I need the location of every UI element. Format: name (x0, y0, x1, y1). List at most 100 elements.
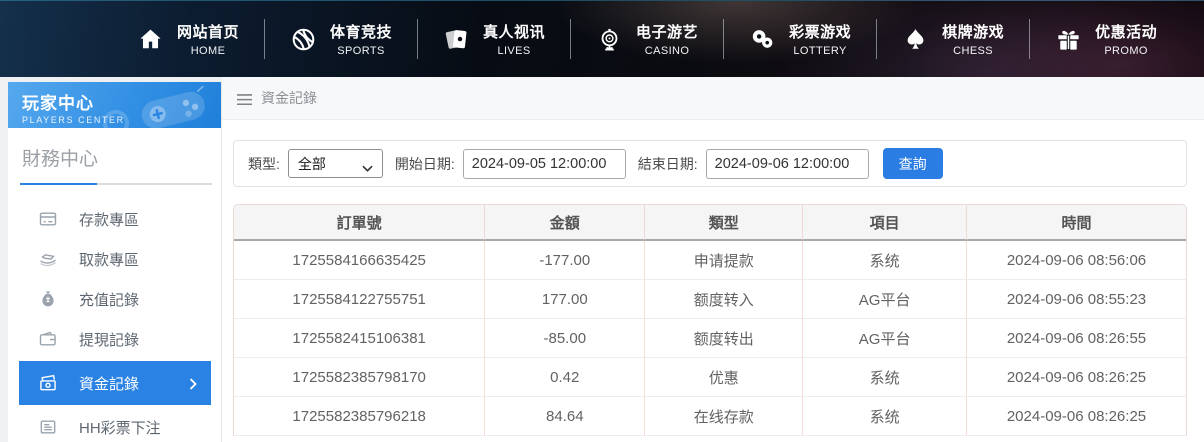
col-header-order-no: 訂單號 (234, 205, 486, 241)
nav-item-sports[interactable]: 体育竞技 SPORTS (265, 21, 417, 57)
cell-time: 2024-09-06 08:56:06 (967, 241, 1186, 280)
menu-toggle-icon[interactable] (237, 92, 252, 105)
funds-table: 訂單號 金額 類型 項目 時間 1725584166635425 -177.00… (233, 204, 1187, 436)
nav-subtitle: HOME (190, 45, 226, 57)
sidebar-item-label: 資金記錄 (79, 375, 140, 393)
sports-ball-icon (290, 26, 317, 53)
withdraw-hand-icon (38, 249, 58, 269)
col-header-time: 時間 (967, 205, 1186, 241)
sidebar-item-label: 取款專區 (79, 251, 140, 269)
cell-type: 额度转入 (645, 280, 804, 319)
type-select[interactable]: 全部 (287, 149, 383, 178)
cell-type: 优惠 (645, 358, 804, 397)
lottery-balls-icon (749, 26, 776, 53)
sidebar-item-withdraw-zone[interactable]: 取款專區 (8, 239, 221, 279)
breadcrumb: 資金記錄 (222, 77, 1204, 120)
nav-item-lives[interactable]: 真人视讯 LIVES (418, 21, 570, 57)
nav-subtitle: SPORTS (337, 45, 385, 57)
nav-subtitle: PROMO (1104, 45, 1148, 57)
cell-time: 2024-09-06 08:55:23 (967, 280, 1186, 319)
nav-subtitle: CASINO (644, 45, 690, 57)
cell-time: 2024-09-06 08:26:25 (967, 397, 1186, 436)
gamepad-icon (135, 82, 213, 128)
sidebar-item-label: 充值記錄 (79, 291, 140, 309)
roulette-icon (596, 26, 623, 53)
end-date-label: 結束日期: (637, 155, 698, 172)
cell-order-no: 1725582415106381 (234, 319, 486, 358)
cell-item: 系统 (803, 241, 967, 280)
table-header-row: 訂單號 金額 類型 項目 時間 (234, 205, 1186, 241)
nav-item-lottery[interactable]: 彩票游戏 LOTTERY (724, 21, 876, 57)
section-underline (20, 183, 212, 185)
ticket-list-icon (38, 417, 58, 437)
cell-amount: 0.42 (485, 358, 646, 397)
filter-panel: 類型: 全部 開始日期: 結束日期: 查詢 (233, 140, 1187, 187)
cell-amount: 84.64 (485, 397, 646, 436)
type-select-value: 全部 (297, 155, 326, 172)
funds-table-body: 1725584166635425 -177.00 申请提款 系统 2024-09… (234, 241, 1186, 436)
chevron-down-icon (362, 160, 373, 173)
cell-time: 2024-09-06 08:26:55 (967, 319, 1186, 358)
sidebar-item-withdrawal-record[interactable]: 提現記錄 (8, 319, 221, 359)
cell-type: 额度转出 (645, 319, 804, 358)
sidebar-item-funds-record[interactable]: 資金記錄 (19, 361, 211, 405)
nav-item-chess[interactable]: 棋牌游戏 CHESS (877, 21, 1029, 57)
cell-order-no: 1725582385796218 (234, 397, 486, 436)
nav-subtitle: LIVES (497, 45, 531, 57)
sidebar-item-hh-lottery-bets[interactable]: HH彩票下注 (8, 407, 221, 442)
sidebar-item-label: HH彩票下注 (79, 419, 161, 437)
cell-item: 系统 (803, 358, 967, 397)
col-header-amount: 金額 (485, 205, 646, 241)
cell-amount: 177.00 (485, 280, 646, 319)
start-date-label: 開始日期: (394, 155, 455, 172)
cell-type: 申请提款 (645, 241, 804, 280)
col-header-type: 類型 (645, 205, 804, 241)
nav-title: 真人视讯 (483, 24, 546, 41)
nav-item-home[interactable]: 网站首页 HOME (112, 21, 264, 57)
nav-subtitle: CHESS (953, 45, 994, 57)
table-row: 1725584122755751 177.00 额度转入 AG平台 2024-0… (234, 280, 1186, 319)
nav-title: 体育竞技 (330, 24, 393, 41)
sidebar-item-label: 提現記錄 (79, 331, 140, 349)
gift-icon (1055, 26, 1082, 53)
players-center-header: 玩家中心 PLAYERS CENTER (8, 82, 221, 128)
sidebar: 玩家中心 PLAYERS CENTER 財務中心 存款專區 取款專區 充值記錄 … (0, 77, 222, 442)
table-row: 1725582385798170 0.42 优惠 系统 2024-09-06 0… (234, 358, 1186, 397)
cell-amount: -177.00 (485, 241, 646, 280)
cell-item: 系统 (803, 397, 967, 436)
finance-center-title: 財務中心 (22, 149, 99, 170)
sidebar-item-recharge-record[interactable]: 充值記錄 (8, 279, 221, 319)
nav-title: 棋牌游戏 (942, 24, 1005, 41)
search-button[interactable]: 查詢 (882, 148, 943, 179)
start-date-input[interactable] (462, 148, 626, 179)
sidebar-menu: 存款專區 取款專區 充值記錄 提現記錄 資金記錄 HH彩票下注 (8, 199, 221, 442)
sidebar-item-deposit-zone[interactable]: 存款專區 (8, 199, 221, 239)
page-title: 資金記錄 (261, 90, 317, 106)
nav-title: 电子游艺 (636, 24, 699, 41)
banknotes-icon (38, 373, 58, 393)
cell-amount: -85.00 (485, 319, 646, 358)
nav-title: 优惠活动 (1095, 24, 1158, 41)
deposit-icon (38, 209, 58, 229)
playing-cards-icon (443, 26, 470, 53)
top-navigation: 网站首页 HOME 体育竞技 SPORTS 真人视讯 LIVES 电子游艺 CA… (0, 0, 1204, 77)
spade-icon (902, 26, 929, 53)
nav-item-casino[interactable]: 电子游艺 CASINO (571, 21, 723, 57)
cell-order-no: 1725584122755751 (234, 280, 486, 319)
table-row: 1725584166635425 -177.00 申请提款 系统 2024-09… (234, 241, 1186, 280)
col-header-item: 項目 (803, 205, 967, 241)
type-label: 類型: (248, 155, 280, 172)
table-row: 1725582415106381 -85.00 额度转出 AG平台 2024-0… (234, 319, 1186, 358)
nav-title: 网站首页 (177, 24, 240, 41)
table-row: 1725582385796218 84.64 在线存款 系统 2024-09-0… (234, 397, 1186, 436)
end-date-input[interactable] (705, 148, 869, 179)
cell-order-no: 1725584166635425 (234, 241, 486, 280)
nav-subtitle: LOTTERY (793, 45, 847, 57)
sidebar-item-label: 存款專區 (79, 211, 140, 229)
wallet-icon (38, 329, 58, 349)
nav-title: 彩票游戏 (789, 24, 852, 41)
cell-item: AG平台 (803, 280, 967, 319)
nav-item-promo[interactable]: 优惠活动 PROMO (1030, 21, 1182, 57)
cell-order-no: 1725582385798170 (234, 358, 486, 397)
chevron-right-icon (189, 377, 197, 390)
